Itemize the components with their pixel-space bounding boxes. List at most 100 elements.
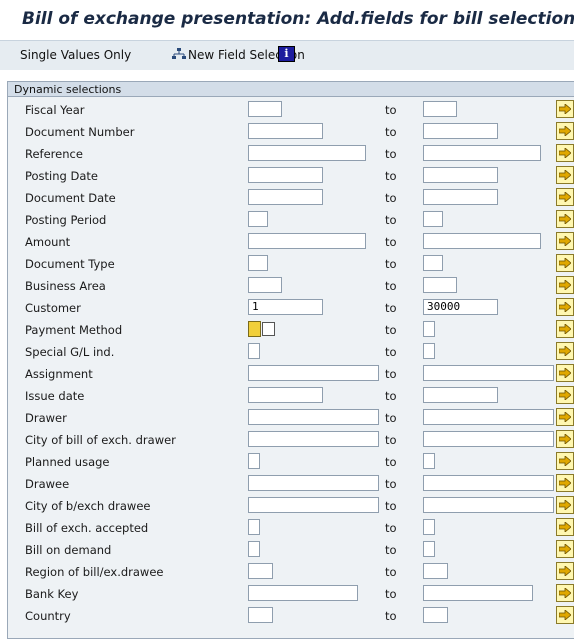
from-value-input[interactable] (248, 211, 268, 227)
multiple-selection-button[interactable] (556, 188, 574, 206)
to-label: to (385, 279, 397, 293)
multiple-selection-button[interactable] (556, 144, 574, 162)
multiple-selection-button[interactable] (556, 364, 574, 382)
from-value-input[interactable] (248, 101, 282, 117)
field-label: Payment Method (25, 323, 123, 337)
to-value-input[interactable] (423, 277, 457, 293)
to-value-input[interactable] (423, 101, 457, 117)
multiple-selection-button[interactable] (556, 254, 574, 272)
from-value-input[interactable] (248, 189, 323, 205)
multiple-selection-button[interactable] (556, 320, 574, 338)
to-value-input[interactable] (423, 365, 554, 381)
arrow-right-icon (559, 126, 571, 136)
to-value-input[interactable] (423, 255, 443, 271)
to-label: to (385, 169, 397, 183)
from-value-input[interactable] (248, 277, 282, 293)
multiple-selection-button[interactable] (556, 452, 574, 470)
to-value-input[interactable] (423, 233, 541, 249)
selection-row: Assignment to (8, 363, 574, 385)
to-value-input[interactable] (423, 167, 498, 183)
to-label: to (385, 103, 397, 117)
single-values-only-button[interactable]: Single Values Only (20, 46, 131, 64)
from-value-input[interactable] (248, 365, 379, 381)
to-value-input[interactable] (423, 343, 435, 359)
from-value-input[interactable]: 1 (248, 299, 323, 315)
multiple-selection-button[interactable] (556, 298, 574, 316)
from-value-input[interactable] (248, 123, 323, 139)
multiple-selection-button[interactable] (556, 584, 574, 602)
from-value-input[interactable] (248, 255, 268, 271)
multiple-selection-button[interactable] (556, 232, 574, 250)
field-label: Business Area (25, 279, 106, 293)
selection-row: Document Type to (8, 253, 574, 275)
multiple-selection-button[interactable] (556, 474, 574, 492)
field-label: Country (25, 609, 71, 623)
to-value-input[interactable] (423, 541, 435, 557)
multiple-selection-button[interactable] (556, 496, 574, 514)
to-value-input[interactable] (423, 563, 448, 579)
to-value-input[interactable] (423, 497, 554, 513)
to-value-input[interactable]: 30000 (423, 299, 498, 315)
from-value-input[interactable] (248, 519, 260, 535)
from-value-input[interactable] (248, 563, 273, 579)
from-value-input[interactable] (248, 453, 260, 469)
multiple-selection-button[interactable] (556, 562, 574, 580)
from-value-input[interactable] (248, 431, 379, 447)
multiple-selection-button[interactable] (556, 342, 574, 360)
multiple-selection-button[interactable] (556, 166, 574, 184)
payment-method-input[interactable] (248, 321, 276, 337)
arrow-right-icon (559, 192, 571, 202)
multiple-selection-button[interactable] (556, 100, 574, 118)
to-value-input[interactable] (423, 145, 541, 161)
field-label: Assignment (25, 367, 93, 381)
to-value-input[interactable] (423, 431, 554, 447)
from-value-input[interactable] (248, 409, 379, 425)
to-label: to (385, 609, 397, 623)
multiple-selection-button[interactable] (556, 518, 574, 536)
from-value-input[interactable] (248, 233, 366, 249)
hierarchy-icon (172, 47, 186, 65)
field-label: Bill on demand (25, 543, 112, 557)
from-value-input[interactable] (248, 585, 358, 601)
to-value-input[interactable] (423, 211, 443, 227)
to-value-input[interactable] (423, 519, 435, 535)
from-value-input[interactable] (248, 167, 323, 183)
field-label: Planned usage (25, 455, 110, 469)
multiple-selection-button[interactable] (556, 386, 574, 404)
info-icon[interactable]: i (278, 46, 295, 62)
arrow-right-icon (559, 324, 571, 334)
to-value-input[interactable] (423, 475, 554, 491)
to-value-input[interactable] (423, 409, 554, 425)
from-value-input[interactable] (248, 475, 379, 491)
multiple-selection-button[interactable] (556, 540, 574, 558)
multiple-selection-button[interactable] (556, 210, 574, 228)
multiple-selection-button[interactable] (556, 606, 574, 624)
to-value-input[interactable] (423, 387, 498, 403)
value-help-icon[interactable] (262, 322, 275, 336)
multiple-selection-button[interactable] (556, 430, 574, 448)
to-label: to (385, 213, 397, 227)
from-value-input[interactable] (248, 497, 379, 513)
multiple-selection-button[interactable] (556, 122, 574, 140)
to-value-input[interactable] (423, 453, 435, 469)
to-label: to (385, 565, 397, 579)
from-value-input[interactable] (248, 607, 273, 623)
to-value-input[interactable] (423, 189, 498, 205)
from-value-input[interactable] (248, 387, 323, 403)
to-value-input[interactable] (423, 123, 498, 139)
to-value-input[interactable] (423, 321, 435, 337)
field-label: Customer (25, 301, 81, 315)
selection-row: Region of bill/ex.drawee to (8, 561, 574, 583)
field-label: Document Type (25, 257, 115, 271)
to-value-input[interactable] (423, 607, 448, 623)
from-value-input[interactable] (248, 145, 366, 161)
from-value-input[interactable] (248, 541, 260, 557)
field-label: Document Date (25, 191, 116, 205)
to-value-input[interactable] (423, 585, 533, 601)
arrow-right-icon (559, 412, 571, 422)
multiple-selection-button[interactable] (556, 276, 574, 294)
from-value-input[interactable] (248, 343, 260, 359)
multiple-selection-button[interactable] (556, 408, 574, 426)
field-label: Drawee (25, 477, 70, 491)
arrow-right-icon (559, 104, 571, 114)
